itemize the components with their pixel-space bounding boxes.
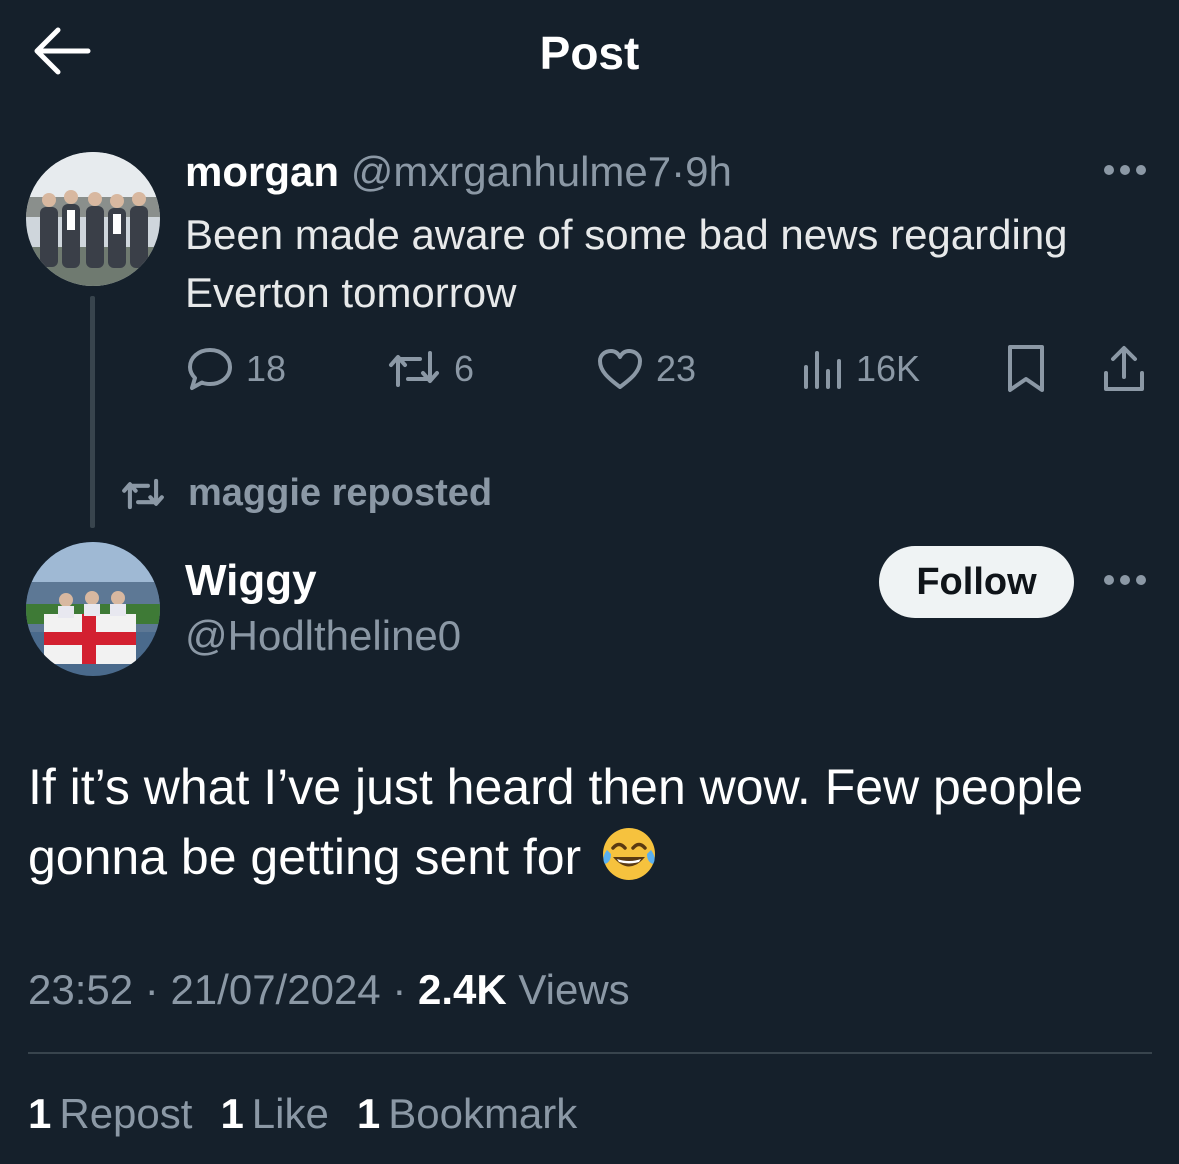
repost-icon — [122, 478, 164, 509]
page-title: Post — [539, 27, 640, 79]
post-meta: 23:52 · 21/07/2024 · 2.4K Views — [28, 966, 630, 1014]
like-button[interactable]: 23 — [596, 342, 696, 396]
thread-line — [90, 296, 95, 528]
analytics-icon — [804, 351, 841, 389]
share-button[interactable] — [1100, 342, 1160, 396]
quoted-post-text: Been made aware of some bad news regardi… — [185, 211, 1068, 316]
views-count: 16K — [856, 348, 921, 389]
avatar-photo-group-icon — [26, 152, 160, 286]
like-count: 23 — [656, 348, 697, 389]
avatar-wiggy[interactable] — [26, 542, 160, 676]
repost-context[interactable]: maggie reposted — [120, 472, 492, 515]
post-text: If it’s what I’ve just heard then wow. F… — [28, 752, 1148, 892]
likes-count: 1 — [220, 1090, 244, 1137]
views-button[interactable]: 16K — [800, 342, 920, 396]
repost-button[interactable]: 6 — [386, 342, 474, 396]
reply-count: 18 — [246, 348, 287, 389]
separator-dot: · — [671, 148, 686, 195]
reply-icon — [188, 348, 232, 390]
reposts-count: 1 — [28, 1090, 52, 1137]
quoted-more-button[interactable] — [1102, 160, 1148, 185]
post-text-body: If it’s what I’ve just heard then wow. F… — [28, 759, 1084, 885]
bookmarks-label: Bookmark — [388, 1090, 578, 1137]
avatar-photo-stadium-icon — [26, 542, 160, 676]
repost-count: 6 — [454, 348, 475, 389]
heart-icon — [598, 349, 642, 389]
bookmark-button[interactable] — [1002, 342, 1062, 396]
separator-dot: · — [392, 966, 407, 1013]
views-count: 2.4K — [418, 966, 507, 1013]
repost-icon — [389, 351, 439, 387]
repost-context-label: maggie reposted — [188, 472, 493, 514]
more-horizontal-icon — [1104, 575, 1146, 585]
author-handle[interactable]: @Hodltheline0 — [185, 612, 461, 660]
likes-label: Like — [251, 1090, 329, 1137]
more-horizontal-icon — [1104, 165, 1146, 175]
reposts-label: Repost — [59, 1090, 193, 1137]
post-more-button[interactable] — [1102, 570, 1148, 595]
engagement-stats: 1 Repost 1 Like 1 Bookmark — [28, 1090, 577, 1138]
separator-dot: · — [144, 966, 159, 1013]
reply-button[interactable]: 18 — [186, 342, 286, 396]
follow-button[interactable]: Follow — [879, 546, 1074, 618]
post-date[interactable]: 21/07/2024 — [170, 966, 380, 1013]
quoted-author-name[interactable]: morgan — [185, 148, 339, 195]
views-label: Views — [518, 966, 630, 1013]
author-name[interactable]: Wiggy — [185, 556, 317, 606]
bookmark-icon — [1008, 345, 1044, 392]
share-icon — [1104, 346, 1144, 391]
face-with-tears-of-joy-icon — [599, 824, 659, 884]
bookmarks-stat[interactable]: 1 Bookmark — [357, 1090, 577, 1138]
post-time[interactable]: 23:52 — [28, 966, 133, 1013]
reposts-stat[interactable]: 1 Repost — [28, 1090, 192, 1138]
avatar-morgan[interactable] — [26, 152, 160, 286]
divider — [28, 1052, 1152, 1054]
quoted-post-header: morgan @mxrganhulme7·9h — [185, 148, 732, 196]
bookmarks-count: 1 — [356, 1090, 381, 1137]
likes-stat[interactable]: 1 Like — [220, 1090, 328, 1138]
quoted-time-ago[interactable]: 9h — [685, 148, 732, 195]
quoted-author-handle[interactable]: @mxrganhulme7 — [351, 148, 671, 195]
